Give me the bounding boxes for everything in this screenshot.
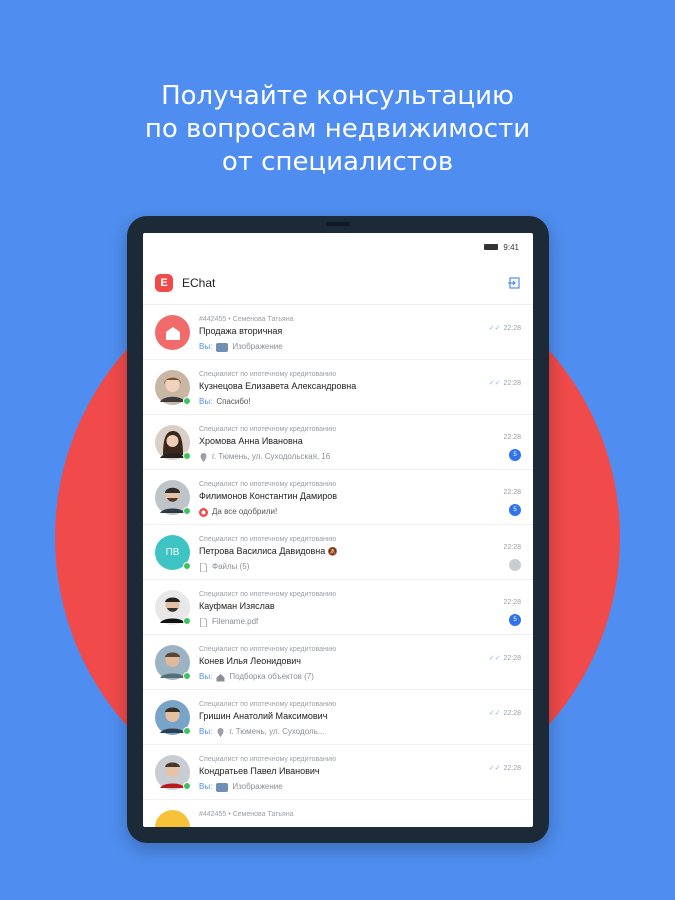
- chat-time: 22:28: [503, 654, 521, 662]
- avatar: [155, 810, 190, 827]
- avatar: [155, 315, 190, 350]
- you-prefix: Вы:: [199, 397, 213, 406]
- you-prefix: Вы:: [199, 342, 213, 351]
- double-check-icon: ✓✓: [488, 380, 501, 387]
- file-icon: [200, 617, 207, 627]
- chat-name: Хромова Анна Ивановна: [199, 436, 303, 446]
- chat-name: Филимонов Константин Дамиров: [199, 491, 338, 501]
- chat-time: 22:28: [503, 544, 521, 551]
- status-time: 9:41: [503, 242, 519, 252]
- chat-subtitle: Специалист по ипотечному кредитованию: [199, 536, 337, 543]
- double-check-icon: ✓✓: [488, 655, 501, 662]
- chat-name: Кауфман Изяслав: [199, 601, 275, 611]
- online-indicator: [183, 562, 191, 570]
- chat-row[interactable]: ПВ Специалист по ипотечному кредитованию…: [143, 525, 533, 580]
- app-title: EChat: [182, 275, 216, 290]
- chat-time: 22:28: [503, 489, 521, 496]
- chat-time: 22:28: [503, 709, 521, 717]
- chat-preview: Да все одобрили!: [212, 507, 278, 516]
- unread-badge: 5: [509, 504, 521, 516]
- muted-badge: [509, 559, 521, 571]
- chat-row[interactable]: Специалист по ипотечному кредитованию Гр…: [143, 690, 533, 745]
- you-prefix: Вы:: [199, 727, 213, 736]
- image-thumbnail-icon: [216, 342, 229, 352]
- chat-subtitle: Специалист по ипотечному кредитованию: [199, 371, 337, 378]
- chat-subtitle: #442455 • Семенова Татьяна: [199, 316, 294, 323]
- chat-name: Петрова Василиса Давидовна 🔕: [199, 545, 481, 558]
- chat-subtitle: Специалист по ипотечному кредитованию: [199, 756, 337, 763]
- chat-time: 22:28: [503, 764, 521, 772]
- double-check-icon: ✓✓: [488, 765, 501, 772]
- chat-name-text: Петрова Василиса Давидовна: [199, 546, 326, 556]
- chat-time: 22:28: [503, 379, 521, 387]
- mute-icon: 🔕: [327, 547, 338, 556]
- battery-icon: [484, 244, 499, 250]
- online-indicator: [183, 507, 191, 515]
- file-icon: [200, 562, 207, 572]
- echat-logo-icon: E: [155, 273, 173, 292]
- online-indicator: [183, 452, 191, 460]
- chat-name: Кузнецова Елизавета Александровна: [199, 381, 357, 391]
- chat-name: Конев Илья Леонидович: [199, 656, 301, 666]
- sender-avatar-icon: [199, 507, 208, 517]
- chat-preview: Подборка объектов (7): [229, 672, 314, 681]
- chat-name: Продажа вторичная: [199, 326, 283, 336]
- double-check-icon: ✓✓: [488, 325, 501, 332]
- logout-icon[interactable]: [507, 276, 521, 290]
- chat-preview: Файлы (5): [212, 562, 250, 571]
- online-indicator: [183, 782, 191, 790]
- tablet-frame: 9:41 E EChat #442455 • Семенова Татьяна …: [127, 216, 549, 843]
- chat-subtitle: Специалист по ипотечному кредитованию: [199, 426, 337, 433]
- chat-row[interactable]: Специалист по ипотечному кредитованию Ко…: [143, 635, 533, 690]
- online-indicator: [183, 617, 191, 625]
- online-indicator: [183, 672, 191, 680]
- chat-row[interactable]: Специалист по ипотечному кредитованию Ка…: [143, 580, 533, 635]
- double-check-icon: ✓✓: [488, 710, 501, 717]
- home-icon: [216, 673, 225, 681]
- image-thumbnail-icon: [216, 782, 229, 792]
- chat-name: Кондратьев Павел Иванович: [199, 766, 320, 776]
- chat-preview: г. Тюмень, ул. Суходольская, 16: [212, 452, 331, 461]
- building-icon: [165, 326, 180, 340]
- location-pin-icon: [200, 452, 207, 462]
- chat-row[interactable]: Специалист по ипотечному кредитованию Ко…: [143, 745, 533, 800]
- chat-subtitle: #442455 • Семенова Татьяна: [199, 811, 294, 818]
- headline-line-3: от специалистов: [221, 147, 454, 177]
- chat-preview: Изображение: [232, 782, 283, 791]
- chat-name: Гришин Анатолий Максимович: [199, 711, 328, 721]
- headline: Получайте консультацию по вопросам недви…: [0, 80, 675, 179]
- unread-badge: 5: [509, 614, 521, 626]
- you-prefix: Вы:: [199, 782, 213, 791]
- app-bar: E EChat: [143, 261, 533, 305]
- chat-row[interactable]: #442455 • Семенова Татьяна: [143, 800, 533, 827]
- chat-preview: г. Тюмень, ул. Суходоль...: [229, 727, 325, 736]
- headline-line-2: по вопросам недвижимости: [144, 114, 531, 144]
- chat-row[interactable]: Специалист по ипотечному кредитованию Фи…: [143, 470, 533, 525]
- chat-row[interactable]: Специалист по ипотечному кредитованию Ку…: [143, 360, 533, 415]
- chat-time: 22:28: [503, 599, 521, 606]
- app-screen: 9:41 E EChat #442455 • Семенова Татьяна …: [143, 233, 533, 827]
- status-bar: 9:41: [143, 233, 533, 261]
- chat-subtitle: Специалист по ипотечному кредитованию: [199, 701, 337, 708]
- chat-subtitle: Специалист по ипотечному кредитованию: [199, 591, 337, 598]
- headline-line-1: Получайте консультацию: [161, 81, 514, 111]
- chat-preview: Изображение: [232, 342, 283, 351]
- you-prefix: Вы:: [199, 672, 213, 681]
- chat-subtitle: Специалист по ипотечному кредитованию: [199, 481, 337, 488]
- unread-badge: 5: [509, 449, 521, 461]
- chat-subtitle: Специалист по ипотечному кредитованию: [199, 646, 337, 653]
- online-indicator: [183, 397, 191, 405]
- online-indicator: [183, 727, 191, 735]
- camera: [326, 222, 350, 226]
- chat-time: 22:28: [503, 324, 521, 332]
- chat-preview: Спасибо!: [216, 397, 251, 406]
- chat-row[interactable]: Специалист по ипотечному кредитованию Хр…: [143, 415, 533, 470]
- location-pin-icon: [217, 727, 224, 737]
- chat-preview: Filename.pdf: [212, 617, 259, 626]
- chat-row[interactable]: #442455 • Семенова Татьяна Продажа втори…: [143, 305, 533, 360]
- chat-time: 22:28: [503, 434, 521, 441]
